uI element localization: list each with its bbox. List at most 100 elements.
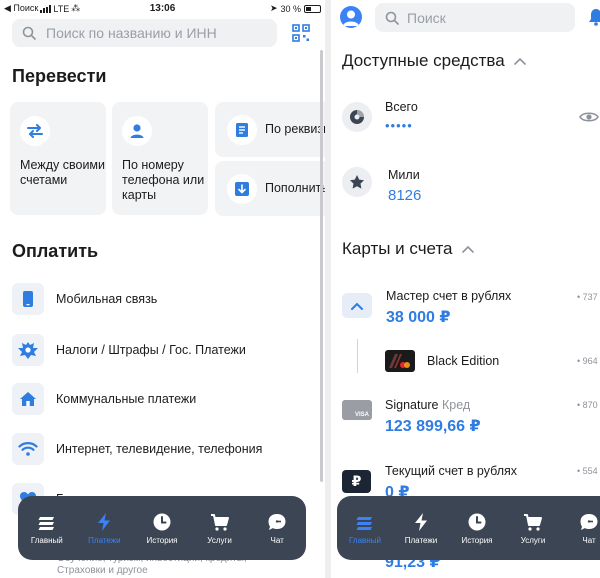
collapse-account-button[interactable] bbox=[342, 293, 372, 318]
profile-icon bbox=[343, 10, 359, 26]
bolt-icon bbox=[415, 512, 427, 531]
tile-top-up[interactable]: Пополнить bbox=[215, 161, 325, 216]
pay-section-title: Оплатить bbox=[12, 241, 99, 261]
layers-icon bbox=[38, 516, 54, 530]
cards-section-header[interactable]: Карты и счета bbox=[342, 239, 474, 259]
mastercard-icon bbox=[389, 354, 410, 368]
eye-icon[interactable] bbox=[579, 110, 599, 124]
chat-icon bbox=[580, 513, 598, 530]
pay-item-taxes[interactable]: Налоги / Штрафы / Гос. Платежи bbox=[12, 333, 312, 367]
total-funds-label: Всего bbox=[385, 100, 418, 114]
layers-icon bbox=[356, 516, 372, 530]
location-icon: ➤ bbox=[269, 3, 278, 13]
miles-icon-wrap bbox=[342, 167, 372, 197]
pay-item-utilities[interactable]: Коммунальные платежи bbox=[12, 382, 312, 416]
card-number-mask: • 870 bbox=[577, 400, 598, 410]
tile-by-phone-label: По номеру телефона или карты bbox=[122, 158, 205, 202]
emblem-icon bbox=[18, 342, 38, 359]
search-icon bbox=[385, 11, 399, 25]
arrows-swap-icon bbox=[27, 124, 43, 138]
bottom-nav: Главный Платежи История Услуги Чат bbox=[18, 496, 306, 560]
miles-value: 8126 bbox=[388, 187, 422, 204]
ruble-icon: ₽ bbox=[342, 470, 371, 493]
phone-icon bbox=[23, 291, 33, 307]
left-screen-payments: ◀ Поиск LTE ⁂ 13:06 ➤ 30 % Перевести Меж… bbox=[0, 0, 325, 578]
bottom-nav: Главный Платежи История Услуги Чат bbox=[337, 496, 600, 560]
funds-section-title: Доступные средства bbox=[342, 51, 505, 70]
status-bar: ◀ Поиск LTE ⁂ 13:06 ➤ 30 % bbox=[0, 0, 325, 16]
nav-main[interactable]: Главный bbox=[339, 512, 391, 545]
search-field[interactable] bbox=[12, 19, 277, 47]
star-icon bbox=[350, 175, 364, 189]
tile-own-accounts-label: Между своими счетами bbox=[20, 158, 106, 187]
qr-scan-icon[interactable] bbox=[292, 24, 310, 42]
account-balance: 38 000 ₽ bbox=[386, 309, 451, 326]
funds-section-header[interactable]: Доступные средства bbox=[342, 51, 526, 71]
account-name[interactable]: Мастер счет в рублях bbox=[386, 289, 511, 303]
battery-icon bbox=[304, 4, 321, 13]
pay-item-internet[interactable]: Интернет, телевидение, телефония bbox=[12, 432, 312, 466]
download-icon bbox=[235, 182, 249, 196]
network-type: LTE bbox=[53, 3, 70, 14]
person-icon bbox=[130, 124, 144, 138]
account-number-mask: • 554 bbox=[577, 466, 598, 476]
bell-icon[interactable] bbox=[588, 8, 600, 26]
pie-icon bbox=[350, 110, 364, 124]
bolt-icon bbox=[98, 512, 111, 531]
nav-services[interactable]: Услуги bbox=[194, 512, 246, 545]
total-funds-value: ••••• bbox=[385, 118, 413, 133]
tile-by-details[interactable]: По реквизитам bbox=[215, 102, 325, 157]
back-to-search-link[interactable]: ◀ Поиск bbox=[4, 3, 38, 14]
wifi-icon bbox=[18, 442, 38, 456]
card-name[interactable]: Signature Кред bbox=[385, 398, 470, 412]
chevron-up-icon bbox=[351, 302, 363, 310]
nav-chat[interactable]: Чат bbox=[563, 512, 600, 545]
search-input[interactable] bbox=[407, 9, 557, 26]
cards-section-title: Карты и счета bbox=[342, 239, 453, 258]
pay-item-label: Интернет, телевидение, телефония bbox=[56, 442, 263, 456]
pay-item-mobile[interactable]: Мобильная связь bbox=[12, 282, 312, 316]
clock-icon bbox=[468, 513, 486, 530]
clock-icon bbox=[153, 513, 171, 530]
cart-icon bbox=[210, 513, 229, 531]
nav-history[interactable]: История bbox=[451, 512, 503, 545]
chevron-up-icon bbox=[461, 245, 474, 253]
tree-connector bbox=[357, 339, 358, 373]
nav-payments[interactable]: Платежи bbox=[78, 512, 130, 545]
nav-chat[interactable]: Чат bbox=[251, 512, 303, 545]
visa-icon: VISA bbox=[354, 412, 369, 418]
tile-by-phone[interactable]: По номеру телефона или карты bbox=[112, 102, 208, 215]
battery-percent: 30 % bbox=[280, 3, 301, 14]
tile-by-details-label: По реквизитам bbox=[265, 122, 325, 136]
tile-top-up-label: Пополнить bbox=[265, 181, 325, 195]
pay-item-label: Коммунальные платежи bbox=[56, 392, 197, 406]
pay-item-label: Мобильная связь bbox=[56, 292, 158, 306]
card-type: Кред bbox=[442, 398, 471, 412]
chat-icon bbox=[268, 513, 286, 530]
card-balance: 123 899,66 ₽ bbox=[385, 418, 481, 435]
account-number-mask: • 737 bbox=[577, 292, 598, 302]
nav-history[interactable]: История bbox=[136, 512, 188, 545]
account-name[interactable]: Текущий счет в рублях bbox=[385, 464, 517, 478]
card-number-mask: • 964 bbox=[577, 356, 598, 366]
pay-item-label: Налоги / Штрафы / Гос. Платежи bbox=[56, 343, 246, 357]
loading-icon: ⁂ bbox=[71, 3, 81, 13]
receipt-icon bbox=[236, 123, 248, 137]
scrollbar[interactable] bbox=[320, 50, 323, 482]
avatar[interactable] bbox=[340, 6, 362, 28]
miles-label: Мили bbox=[388, 168, 420, 182]
nav-main[interactable]: Главный bbox=[21, 512, 73, 545]
tile-own-accounts[interactable]: Между своими счетами bbox=[10, 102, 106, 215]
transfer-section-title: Перевести bbox=[12, 66, 107, 86]
search-field[interactable] bbox=[375, 3, 575, 32]
card-name[interactable]: Black Edition bbox=[427, 354, 499, 368]
chevron-up-icon bbox=[513, 57, 526, 65]
card-thumbnail bbox=[385, 350, 415, 372]
card-thumbnail: VISA bbox=[342, 400, 372, 420]
search-input[interactable] bbox=[46, 25, 266, 41]
nav-services[interactable]: Услуги bbox=[507, 512, 559, 545]
nav-payments[interactable]: Платежи bbox=[395, 512, 447, 545]
signal-icon bbox=[40, 4, 52, 13]
total-funds-icon bbox=[342, 102, 372, 132]
right-screen-home: Доступные средства Всего ••••• Мили 8126… bbox=[331, 0, 600, 578]
